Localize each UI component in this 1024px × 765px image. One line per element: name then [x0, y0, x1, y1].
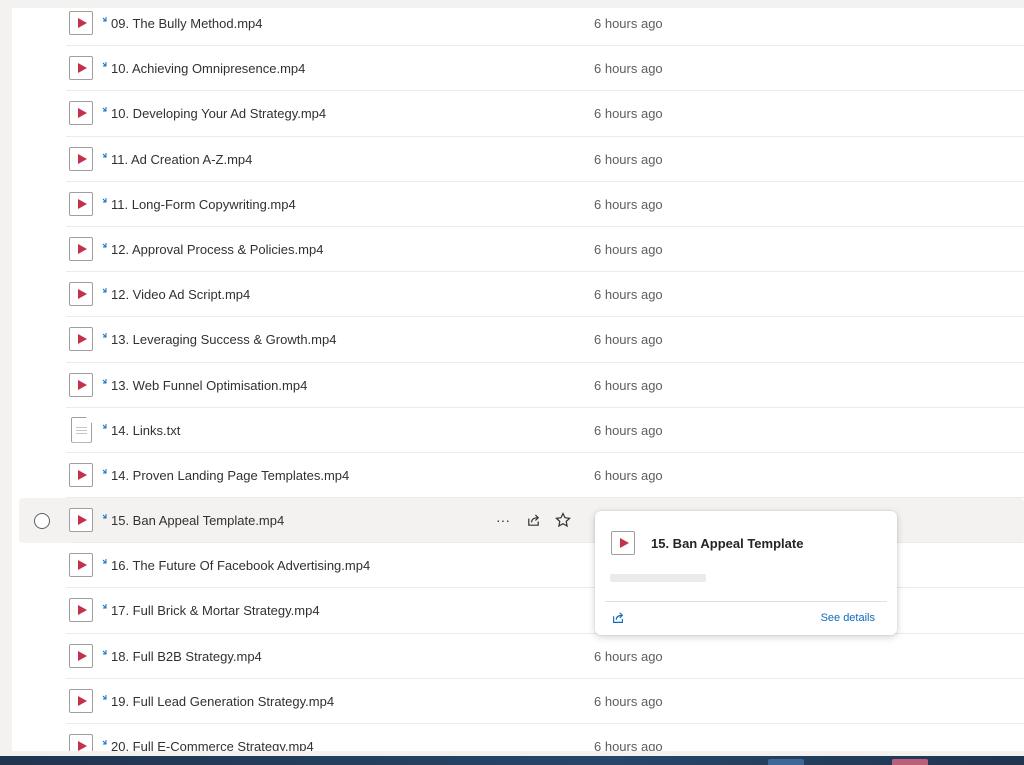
file-row[interactable]: 18. Full B2B Strategy.mp4 6 hours ago	[12, 634, 1024, 680]
video-file-icon	[69, 372, 93, 397]
sync-status-icon	[102, 553, 110, 564]
sync-status-icon	[102, 101, 110, 112]
file-name[interactable]: 14. Proven Landing Page Templates.mp4	[111, 468, 349, 483]
file-row[interactable]: 09. The Bully Method.mp4 6 hours ago	[12, 8, 1024, 47]
text-file-icon	[71, 416, 92, 443]
modified-time: 6 hours ago	[594, 377, 663, 393]
file-row[interactable]: 13. Leveraging Success & Growth.mp4 6 ho…	[12, 317, 1024, 363]
modified-time: 6 hours ago	[594, 648, 663, 664]
video-file-icon	[69, 688, 93, 713]
sync-status-icon	[102, 192, 110, 203]
video-file-icon	[69, 327, 93, 352]
modified-time: 6 hours ago	[594, 61, 663, 77]
file-row[interactable]: 10. Achieving Omnipresence.mp4 6 hours a…	[12, 46, 1024, 92]
hover-card-title: 15. Ban Appeal Template	[651, 536, 804, 551]
sync-status-icon	[102, 418, 110, 429]
taskbar	[0, 756, 1024, 765]
file-name[interactable]: 13. Leveraging Success & Growth.mp4	[111, 332, 336, 347]
sync-status-icon	[102, 282, 110, 293]
hover-card-video-icon	[611, 531, 635, 555]
file-name[interactable]: 10. Achieving Omnipresence.mp4	[111, 61, 305, 76]
sync-status-icon	[102, 373, 110, 383]
star-icon[interactable]	[552, 509, 574, 531]
file-name[interactable]: 17. Full Brick & Mortar Strategy.mp4	[111, 603, 320, 618]
sync-status-icon	[102, 147, 110, 158]
modified-time: 6 hours ago	[594, 106, 663, 122]
file-row[interactable]: 20. Full E-Commerce Strategy.mp4 6 hours…	[12, 724, 1024, 751]
sync-status-icon	[102, 327, 110, 338]
file-name[interactable]: 20. Full E-Commerce Strategy.mp4	[111, 739, 314, 751]
file-row[interactable]: 11. Long-Form Copywriting.mp4 6 hours ag…	[12, 182, 1024, 228]
file-name[interactable]: 15. Ban Appeal Template.mp4	[111, 513, 284, 528]
row-actions: ···	[492, 509, 574, 531]
sync-status-icon	[102, 56, 110, 67]
video-file-icon	[69, 56, 93, 81]
video-file-icon	[69, 101, 93, 126]
file-name[interactable]: 12. Video Ad Script.mp4	[111, 287, 250, 302]
select-checkbox[interactable]	[34, 513, 50, 530]
modified-time: 6 hours ago	[594, 467, 663, 483]
sync-status-icon	[102, 463, 110, 474]
file-list-panel: 09. The Bully Method.mp4 6 hours ago 10.…	[12, 8, 1024, 751]
video-file-icon	[69, 734, 93, 751]
video-file-icon	[69, 643, 93, 668]
file-row[interactable]: 11. Ad Creation A-Z.mp4 6 hours ago	[12, 137, 1024, 182]
video-file-icon	[69, 11, 93, 35]
video-file-icon	[69, 236, 93, 261]
hover-card-share-icon[interactable]	[611, 611, 625, 630]
sync-status-icon	[102, 237, 110, 248]
file-name[interactable]: 09. The Bully Method.mp4	[111, 16, 263, 31]
file-name[interactable]: 18. Full B2B Strategy.mp4	[111, 649, 262, 664]
file-name[interactable]: 13. Web Funnel Optimisation.mp4	[111, 378, 307, 393]
video-file-icon	[69, 598, 93, 623]
video-file-icon	[69, 553, 93, 578]
file-row[interactable]: 14. Proven Landing Page Templates.mp4 6 …	[12, 453, 1024, 499]
video-file-icon	[69, 146, 93, 171]
sync-status-icon	[102, 644, 110, 655]
sync-status-icon	[102, 11, 110, 22]
modified-time: 6 hours ago	[594, 693, 663, 709]
video-file-icon	[69, 462, 93, 487]
file-name[interactable]: 10. Developing Your Ad Strategy.mp4	[111, 106, 326, 121]
sync-status-icon	[102, 508, 110, 519]
file-hover-card: 15. Ban Appeal Template See details	[595, 511, 897, 635]
video-file-icon	[69, 191, 93, 216]
file-name[interactable]: 16. The Future Of Facebook Advertising.m…	[111, 558, 370, 573]
file-name[interactable]: 19. Full Lead Generation Strategy.mp4	[111, 694, 334, 709]
hover-card-loading-placeholder	[610, 574, 706, 582]
taskbar-app[interactable]	[892, 759, 928, 765]
file-row[interactable]: 19. Full Lead Generation Strategy.mp4 6 …	[12, 679, 1024, 725]
modified-time: 6 hours ago	[594, 332, 663, 348]
file-row[interactable]: 12. Video Ad Script.mp4 6 hours ago	[12, 272, 1024, 318]
modified-time: 6 hours ago	[594, 241, 663, 257]
sync-status-icon	[102, 689, 110, 700]
see-details-link[interactable]: See details	[821, 612, 875, 624]
file-list: 09. The Bully Method.mp4 6 hours ago 10.…	[12, 8, 1024, 751]
more-horizontal-icon[interactable]: ···	[492, 509, 514, 531]
modified-time: 6 hours ago	[594, 196, 663, 212]
file-name[interactable]: 11. Ad Creation A-Z.mp4	[111, 152, 252, 167]
modified-time: 6 hours ago	[594, 287, 663, 303]
taskbar-app[interactable]	[768, 759, 804, 765]
file-name[interactable]: 11. Long-Form Copywriting.mp4	[111, 197, 296, 212]
sync-status-icon	[102, 734, 110, 745]
video-file-icon	[69, 282, 93, 307]
share-icon[interactable]	[522, 509, 544, 531]
modified-time: 6 hours ago	[594, 739, 663, 751]
modified-time: 6 hours ago	[594, 422, 663, 438]
modified-time: 6 hours ago	[594, 151, 663, 167]
file-row[interactable]: 14. Links.txt 6 hours ago	[12, 408, 1024, 454]
sync-status-icon	[102, 598, 110, 609]
file-name[interactable]: 12. Approval Process & Policies.mp4	[111, 242, 323, 257]
hover-card-divider	[605, 601, 887, 602]
video-file-icon	[69, 508, 93, 533]
file-row[interactable]: 10. Developing Your Ad Strategy.mp4 6 ho…	[12, 91, 1024, 137]
file-row[interactable]: 13. Web Funnel Optimisation.mp4 6 hours …	[12, 363, 1024, 408]
file-row[interactable]: 12. Approval Process & Policies.mp4 6 ho…	[12, 227, 1024, 273]
modified-time: 6 hours ago	[594, 16, 663, 31]
file-name[interactable]: 14. Links.txt	[111, 423, 180, 438]
